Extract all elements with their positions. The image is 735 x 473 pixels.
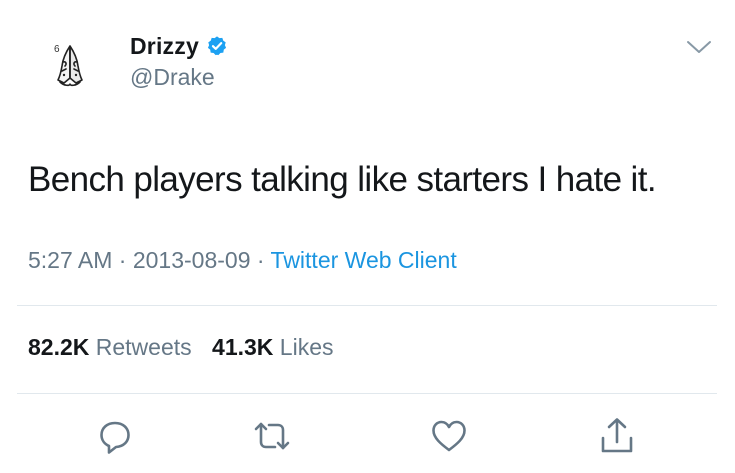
user-identity[interactable]: Drizzy @Drake xyxy=(130,32,228,91)
likes-count: 41.3K xyxy=(212,334,274,360)
retweets-label: Retweets xyxy=(95,334,192,360)
retweet-icon xyxy=(254,422,290,450)
tweet-card: 6 Drizzy @Drake Bench players talking li… xyxy=(0,0,735,473)
like-button[interactable] xyxy=(427,414,471,458)
comment-icon xyxy=(100,421,130,454)
tweet-client-link[interactable]: Twitter Web Client xyxy=(271,247,457,273)
retweets-stat[interactable]: 82.2K Retweets xyxy=(28,334,192,361)
avatar[interactable]: 6 xyxy=(48,38,92,90)
retweet-button[interactable] xyxy=(250,414,294,458)
praying-hands-icon: 6 xyxy=(54,44,83,87)
tweet-meta: 5:27 AM · 2013-08-09 · Twitter Web Clien… xyxy=(28,247,457,274)
user-handle[interactable]: @Drake xyxy=(130,64,228,91)
chevron-down-icon[interactable] xyxy=(684,36,714,58)
action-bar xyxy=(0,414,735,458)
retweets-count: 82.2K xyxy=(28,334,90,360)
tweet-text: Bench players talking like starters I ha… xyxy=(28,160,657,199)
divider xyxy=(17,305,717,306)
display-name-row: Drizzy xyxy=(130,32,228,60)
tweet-time[interactable]: 5:27 AM xyxy=(28,247,112,273)
verified-badge-icon xyxy=(206,35,228,57)
likes-label: Likes xyxy=(279,334,334,360)
tweet-stats: 82.2K Retweets 41.3K Likes xyxy=(28,334,334,361)
heart-icon xyxy=(432,420,466,452)
meta-separator: · xyxy=(256,247,265,273)
likes-stat[interactable]: 41.3K Likes xyxy=(212,334,333,361)
share-icon xyxy=(601,418,633,453)
reply-button[interactable] xyxy=(93,414,137,458)
avatar-badge: 6 xyxy=(54,44,60,55)
share-button[interactable] xyxy=(595,414,639,458)
meta-separator: · xyxy=(118,247,127,273)
display-name[interactable]: Drizzy xyxy=(130,33,199,60)
divider xyxy=(17,393,717,394)
tweet-date[interactable]: 2013-08-09 xyxy=(133,247,251,273)
